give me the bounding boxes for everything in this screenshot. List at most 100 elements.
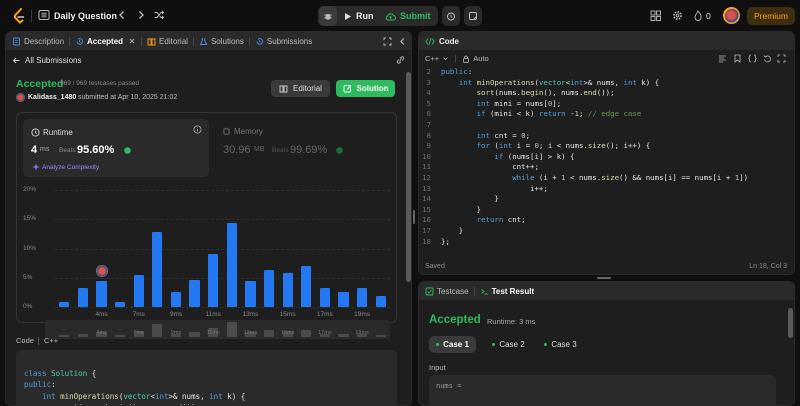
gear-icon[interactable] [672,10,683,21]
y-tick-label: 0% [23,303,33,310]
tab-testcase-label: Testcase [437,286,469,296]
run-button[interactable]: Run [343,6,374,26]
timer-button[interactable] [442,6,460,26]
code-text: } [441,226,464,235]
tab-description[interactable]: Description [6,37,69,46]
case-2-tab[interactable]: Case 2 [485,336,532,353]
case-1-tab[interactable]: Case 1 [429,336,476,353]
auto-mode-label[interactable]: Auto [473,54,488,63]
chart-bar[interactable] [301,266,312,307]
editor-tabbar: Code [419,32,794,50]
code-text: } [441,204,482,214]
chart-bar[interactable] [115,302,126,307]
avatar[interactable] [723,7,740,24]
bookmark-icon[interactable] [733,54,742,63]
chart-bar[interactable] [282,273,293,307]
submit-button[interactable]: Submit [385,6,431,26]
notes-button[interactable] [464,6,482,26]
tab-submissions[interactable]: Submissions [250,37,317,46]
username[interactable]: Kalidass_1480 [28,94,76,101]
tab-testcase[interactable]: Testcase [419,287,474,296]
debug-button[interactable] [319,6,337,26]
input-box[interactable]: nums = [429,375,776,405]
chart-bar[interactable] [133,274,144,307]
tab-test-result[interactable]: Test Result [475,287,540,296]
pass-dot [544,343,548,346]
fullscreen-icon[interactable] [777,54,786,63]
mini-chart-bar [77,333,89,337]
braces-icon[interactable] [748,54,757,63]
mini-x-tick-label: 17ms [318,330,332,336]
chevron-down-icon[interactable] [442,55,449,62]
user-avatar[interactable] [16,93,25,102]
chart-bar[interactable] [208,254,219,307]
editor-code-line: 3 int minOperations(vector<int>& nums, i… [419,77,660,89]
tab-editorial[interactable]: Editorial [142,37,193,46]
leetcode-logo-icon[interactable] [12,8,26,24]
format-icon[interactable] [718,54,727,63]
test-status: Accepted [429,314,481,326]
test-panel-scrollbar[interactable] [788,308,793,338]
layout-grid-icon[interactable] [650,10,661,21]
maximize-icon[interactable] [383,37,392,46]
chevron-left-icon[interactable] [398,37,407,46]
editor-code-line: 9 for (int i = 0; i < nums.size(); i++) … [419,141,651,152]
chevron-left-icon[interactable] [116,9,128,21]
runtime-distribution-chart[interactable]: 20% 15% 10% 5% 0% 4ms 7ms 9ms 11ms 13ms 15ms 17ms 19… [17,113,398,339]
chart-bar[interactable] [263,269,275,307]
panel-resize-handle[interactable] [413,210,415,224]
page-title[interactable]: Daily Question [54,11,117,21]
chart-bar[interactable] [77,287,89,307]
chart-bar[interactable] [152,232,163,307]
editor-resize-handle[interactable] [597,277,611,279]
line-number: 8 [426,130,431,140]
chart-bar[interactable] [96,280,107,307]
grid-line [55,248,390,250]
submitted-code-block[interactable]: class Solution {public: int minOperation… [16,350,397,405]
code-text: public: [441,67,473,76]
case-3-tab[interactable]: Case 3 [537,336,584,353]
test-result-panel: Testcase Test Result Accepted Runtime: 3… [418,281,795,406]
chart-bar[interactable] [189,280,200,307]
code-text: while (i + 1 < nums.size() && nums[i] ==… [512,173,749,182]
tab-solutions[interactable]: Solutions [194,37,249,46]
line-number: 15 [422,204,431,214]
chart-bar[interactable] [170,291,182,307]
chart-bar[interactable] [338,292,349,307]
premium-button[interactable]: Premium [747,7,795,25]
code-text: }; [441,236,450,246]
line-number: 14 [422,194,431,204]
y-tick-label: 20% [23,186,37,193]
chart-bar[interactable] [59,302,70,307]
editorial-button[interactable]: Editorial [271,80,330,97]
close-icon[interactable] [128,37,136,45]
chart-bar[interactable] [226,223,237,307]
tab-accepted[interactable]: Accepted [70,37,141,46]
lock-icon [463,55,470,63]
chart-bar[interactable] [245,280,256,307]
language-select[interactable]: C++ [425,54,439,63]
testcases-passed: 969 / 969 testcases passed [60,80,140,87]
all-submissions-link[interactable]: All Submissions [25,56,81,65]
code-text: int minOperations(vector<int>& nums, int… [458,77,660,87]
y-tick-label: 10% [23,244,37,252]
shuffle-icon[interactable] [153,9,165,21]
chart-bar[interactable] [319,288,330,307]
code-line: class Solution { [24,368,97,378]
line-number: 13 [422,183,431,193]
fire-icon[interactable] [694,10,702,21]
reset-icon[interactable] [763,54,772,63]
code-editor[interactable]: 2 public: 3 int minOperations(vector<int>&… [419,67,794,252]
code-text: cnt++; [441,162,539,172]
chevron-right-icon[interactable] [135,9,147,21]
arrow-left-icon[interactable] [12,56,21,65]
chart-bar[interactable] [375,296,386,307]
link-icon[interactable] [395,55,406,65]
problem-list-icon[interactable] [38,9,50,21]
chart-bar[interactable] [356,288,368,307]
x-tick-label: 13ms [242,311,259,318]
left-panel-scrollbar[interactable] [406,72,411,282]
code-line: public: [24,380,56,389]
mini-chart-bar [152,323,163,337]
solution-button[interactable]: Solution [336,80,395,97]
